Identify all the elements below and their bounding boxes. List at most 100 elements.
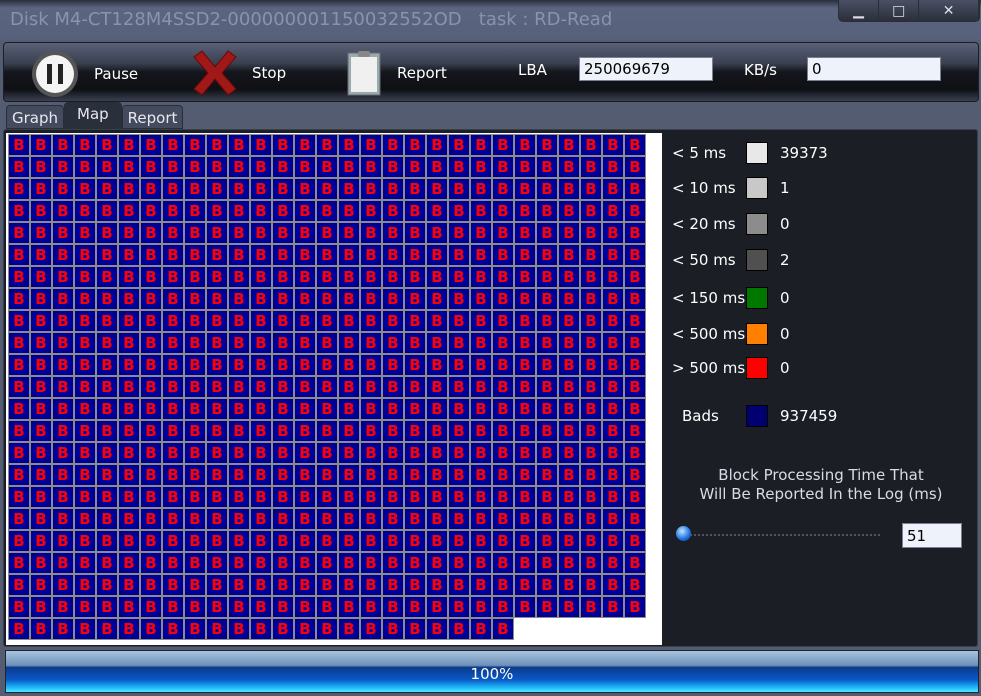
block-cell: B (316, 134, 338, 156)
block-cell: B (382, 420, 404, 442)
tab-report[interactable]: Report (121, 105, 184, 129)
block-cell: B (52, 200, 74, 222)
block-cell: B (52, 552, 74, 574)
close-button[interactable]: ✕ (919, 0, 979, 21)
block-cell: B (316, 530, 338, 552)
block-cell: B (580, 486, 602, 508)
block-cell: B (272, 596, 294, 618)
block-cell: B (624, 332, 646, 354)
block-cell: B (96, 508, 118, 530)
maximize-button[interactable]: □ (879, 0, 920, 21)
block-cell: B (228, 222, 250, 244)
block-cell: B (426, 332, 448, 354)
minimize-button[interactable]: ▁ (839, 0, 880, 21)
report-button[interactable]: Report (347, 50, 447, 96)
block-cell: B (470, 178, 492, 200)
block-cell: B (404, 552, 426, 574)
legend-label: < 20 ms (672, 215, 736, 233)
stop-button[interactable]: Stop (190, 49, 286, 97)
block-cell: B (404, 288, 426, 310)
kbs-field[interactable] (807, 57, 941, 81)
block-cell: B (514, 134, 536, 156)
block-cell: B (602, 530, 624, 552)
log-threshold-line1: Block Processing Time That (718, 466, 924, 484)
block-cell: B (602, 244, 624, 266)
pause-button[interactable]: Pause (30, 49, 138, 99)
block-cell: B (514, 332, 536, 354)
block-cell: B (30, 442, 52, 464)
block-cell: B (382, 178, 404, 200)
block-cell: B (602, 200, 624, 222)
stop-label: Stop (252, 64, 287, 82)
block-cell: B (272, 508, 294, 530)
slider-thumb[interactable] (676, 526, 691, 541)
block-cell: B (206, 288, 228, 310)
block-cell: B (96, 354, 118, 376)
block-cell: B (30, 266, 52, 288)
block-cell: B (74, 354, 96, 376)
block-cell: B (52, 486, 74, 508)
block-cell: B (360, 156, 382, 178)
block-cell: B (30, 376, 52, 398)
lba-field[interactable] (579, 57, 713, 81)
block-cell: B (316, 618, 338, 640)
block-cell: B (228, 134, 250, 156)
block-cell: B (536, 134, 558, 156)
block-cell: B (316, 354, 338, 376)
block-cell: B (404, 244, 426, 266)
block-cell: B (316, 244, 338, 266)
block-cell: B (272, 310, 294, 332)
block-cell: B (338, 530, 360, 552)
block-cell: B (294, 530, 316, 552)
log-threshold-label: Block Processing Time That Will Be Repor… (672, 466, 970, 504)
block-cell: B (448, 618, 470, 640)
block-cell: B (338, 552, 360, 574)
block-cell: B (492, 134, 514, 156)
block-cell: B (30, 420, 52, 442)
tab-map[interactable]: Map (64, 102, 122, 129)
block-cell: B (338, 332, 360, 354)
block-cell: B (470, 134, 492, 156)
block-cell: B (624, 178, 646, 200)
block-cell: B (580, 376, 602, 398)
block-cell: B (30, 508, 52, 530)
block-cell: B (514, 244, 536, 266)
log-threshold-field[interactable] (902, 523, 962, 548)
block-cell: B (162, 178, 184, 200)
block-cell: B (514, 464, 536, 486)
block-cell: B (228, 442, 250, 464)
block-cell: B (426, 134, 448, 156)
tab-graph[interactable]: Graph (6, 105, 65, 129)
block-cell: B (74, 376, 96, 398)
block-cell: B (228, 266, 250, 288)
block-cell: B (206, 376, 228, 398)
block-cell: B (492, 464, 514, 486)
block-cell: B (448, 376, 470, 398)
block-cell: B (184, 310, 206, 332)
block-cell: B (272, 574, 294, 596)
block-cell: B (30, 178, 52, 200)
block-cell: B (316, 398, 338, 420)
block-cell: B (228, 508, 250, 530)
block-cell: B (426, 178, 448, 200)
block-cell: B (558, 530, 580, 552)
block-cell: B (206, 310, 228, 332)
block-cell: B (492, 398, 514, 420)
block-cell: B (294, 178, 316, 200)
block-cell: B (602, 486, 624, 508)
block-cell: B (448, 552, 470, 574)
legend-swatch (746, 287, 768, 309)
block-cell: B (448, 420, 470, 442)
block-cell: B (118, 156, 140, 178)
block-cell: B (140, 618, 162, 640)
block-cell: B (118, 288, 140, 310)
block-cell: B (558, 244, 580, 266)
block-cell: B (184, 486, 206, 508)
block-cell: B (624, 530, 646, 552)
block-cell: B (74, 332, 96, 354)
block-cell: B (382, 200, 404, 222)
log-threshold-slider[interactable] (676, 524, 881, 546)
block-cell: B (294, 134, 316, 156)
legend-row: < 5 ms 39373 (672, 142, 828, 164)
block-cell: B (184, 552, 206, 574)
